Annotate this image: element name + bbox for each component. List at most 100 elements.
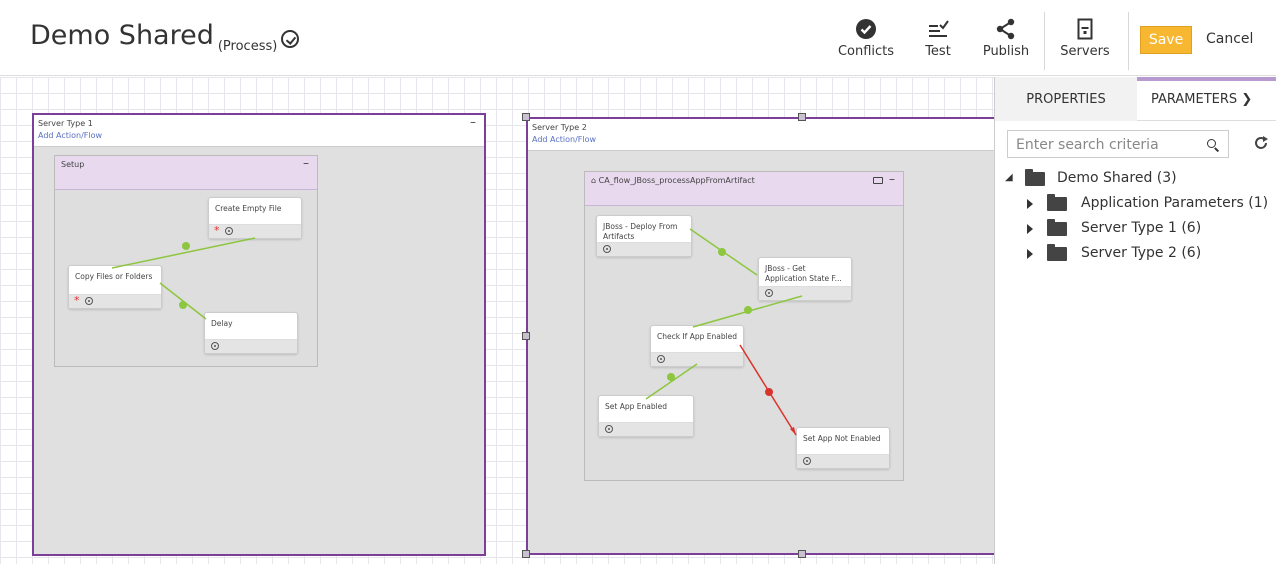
- folder-icon: [1047, 219, 1067, 236]
- publish-button[interactable]: Publish: [980, 16, 1032, 66]
- node-menu-icon[interactable]: [657, 355, 665, 363]
- tree-item-label: Demo Shared (3): [1057, 170, 1177, 186]
- collapse-lane-button[interactable]: –: [470, 115, 476, 129]
- toolbar-divider: [1044, 12, 1045, 70]
- add-action-flow-link[interactable]: Add Action/Flow: [38, 131, 102, 140]
- test-list-icon: [918, 16, 958, 42]
- folder-icon: [1025, 169, 1045, 186]
- node-menu-icon[interactable]: [211, 342, 219, 350]
- group-header: ⌂ CA_flow_JBoss_processAppFromArtifact –: [585, 172, 903, 206]
- tab-parameters-label: PARAMETERS: [1151, 92, 1238, 107]
- node-menu-icon[interactable]: [765, 289, 773, 297]
- servers-button[interactable]: Servers: [1054, 16, 1116, 66]
- action-node[interactable]: Delay: [204, 312, 298, 354]
- node-label: Set App Enabled: [605, 402, 668, 411]
- lane-header: Server Type 1 Add Action/Flow –: [34, 115, 484, 147]
- chevron-right-icon: ❯: [1241, 92, 1253, 107]
- lane-title: Server Type 1: [38, 119, 93, 128]
- action-node[interactable]: JBoss - Deploy From Artifacts: [596, 215, 692, 257]
- flow-window-icon[interactable]: [873, 177, 883, 184]
- node-label: JBoss - Deploy From Artifacts: [603, 222, 678, 241]
- node-footer: [759, 286, 851, 300]
- resize-handle[interactable]: [522, 550, 530, 558]
- collapse-group-button[interactable]: –: [889, 172, 895, 186]
- node-label: JBoss - Get Application State F...: [765, 264, 842, 283]
- node-label: Set App Not Enabled: [803, 434, 881, 443]
- node-footer: [651, 352, 743, 366]
- server-type-2-lane[interactable]: Server Type 2 Add Action/Flow ⌂ CA_flow_…: [526, 117, 994, 555]
- node-footer: [599, 422, 693, 436]
- test-button[interactable]: Test: [918, 16, 958, 66]
- refresh-icon[interactable]: [1253, 135, 1269, 155]
- node-menu-icon[interactable]: [803, 457, 811, 465]
- resize-handle[interactable]: [522, 332, 530, 340]
- tab-parameters[interactable]: PARAMETERS ❯: [1137, 77, 1276, 121]
- expanded-arrow-icon: ◢: [1005, 172, 1013, 183]
- action-node[interactable]: Create Empty File *: [208, 197, 302, 239]
- conflicts-label: Conflicts: [837, 44, 895, 59]
- folder-icon: [1047, 244, 1067, 261]
- conflicts-button[interactable]: Conflicts: [835, 16, 897, 66]
- group-header: Setup –: [55, 156, 317, 190]
- test-label: Test: [925, 44, 951, 59]
- cancel-button[interactable]: Cancel: [1206, 31, 1253, 47]
- tree-item-label: Server Type 2 (6): [1081, 245, 1202, 261]
- tree-item-label: Application Parameters (1): [1081, 195, 1269, 211]
- group-title: ⌂ CA_flow_JBoss_processAppFromArtifact: [591, 176, 755, 185]
- lane-header: Server Type 2 Add Action/Flow: [528, 119, 994, 151]
- node-footer: [797, 454, 889, 468]
- right-panel: PROPERTIES PARAMETERS ❯ ◢ Demo Shared (3…: [994, 77, 1276, 564]
- node-menu-icon[interactable]: [85, 297, 93, 305]
- tree-item-root[interactable]: ◢ Demo Shared (3): [1005, 169, 1265, 191]
- node-menu-icon[interactable]: [225, 227, 233, 235]
- action-node[interactable]: Copy Files or Folders *: [68, 265, 162, 309]
- lane-title: Server Type 2: [532, 123, 587, 132]
- server-icon: [1054, 16, 1116, 42]
- node-footer: *: [209, 224, 301, 238]
- search-input[interactable]: [1016, 135, 1196, 155]
- node-footer: [205, 339, 297, 353]
- publish-label: Publish: [982, 44, 1030, 59]
- required-marker: *: [214, 224, 220, 237]
- share-icon: [980, 16, 1032, 42]
- add-action-flow-link[interactable]: Add Action/Flow: [532, 135, 596, 144]
- collapsed-arrow-icon: [1027, 224, 1033, 234]
- node-label: Delay: [211, 319, 233, 328]
- header: Demo Shared (Process) Conflicts Test Publ…: [0, 0, 1276, 76]
- search-icon[interactable]: [1207, 139, 1216, 148]
- check-circle-icon: [835, 16, 897, 42]
- node-label: Create Empty File: [215, 204, 282, 213]
- collapsed-arrow-icon: [1027, 249, 1033, 259]
- collapse-group-button[interactable]: –: [303, 156, 309, 170]
- node-footer: *: [69, 294, 161, 308]
- node-label: Copy Files or Folders: [75, 272, 153, 281]
- server-type-1-lane[interactable]: Server Type 1 Add Action/Flow – Setup – …: [32, 113, 486, 556]
- action-node[interactable]: Set App Enabled: [598, 395, 694, 437]
- required-marker: *: [74, 294, 80, 307]
- resize-handle[interactable]: [522, 113, 530, 121]
- group-title: Setup: [61, 160, 85, 169]
- action-node[interactable]: Set App Not Enabled: [796, 427, 890, 469]
- servers-label: Servers: [1060, 44, 1110, 59]
- tab-properties[interactable]: PROPERTIES: [995, 77, 1137, 121]
- tree-item-application-parameters[interactable]: Application Parameters (1): [1025, 194, 1275, 216]
- collapsed-arrow-icon: [1027, 199, 1033, 209]
- action-node[interactable]: JBoss - Get Application State F...: [758, 257, 852, 301]
- node-label: Check If App Enabled: [657, 332, 738, 341]
- edit-process-icon[interactable]: [281, 30, 300, 48]
- panel-tabs: PROPERTIES PARAMETERS ❯: [995, 77, 1276, 121]
- resize-handle[interactable]: [798, 113, 806, 121]
- save-button[interactable]: Save: [1140, 26, 1192, 54]
- page-title: Demo Shared (Process): [30, 20, 300, 54]
- action-node[interactable]: Check If App Enabled: [650, 325, 744, 367]
- tree-item-label: Server Type 1 (6): [1081, 220, 1202, 236]
- tree-item-server-type-1[interactable]: Server Type 1 (6): [1025, 219, 1275, 241]
- tree-item-server-type-2[interactable]: Server Type 2 (6): [1025, 244, 1275, 266]
- process-canvas[interactable]: Server Type 1 Add Action/Flow – Setup – …: [0, 77, 994, 564]
- toolbar-divider: [1128, 12, 1129, 70]
- node-menu-icon[interactable]: [605, 425, 613, 433]
- resize-handle[interactable]: [798, 550, 806, 558]
- node-menu-icon[interactable]: [603, 245, 611, 253]
- process-type: (Process): [217, 39, 278, 54]
- node-footer: [597, 242, 691, 256]
